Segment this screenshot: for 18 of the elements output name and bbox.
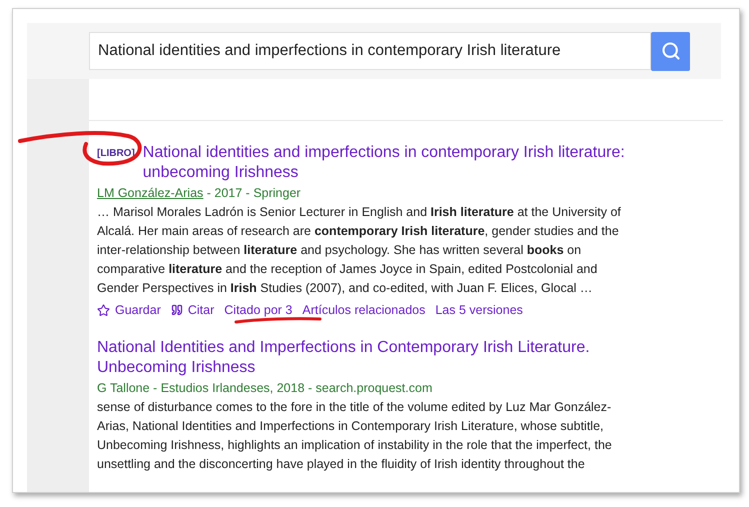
result-link[interactable]: Artículos relacionados — [302, 301, 426, 320]
search-button[interactable] — [651, 32, 690, 70]
cite-link[interactable]: Citar — [170, 301, 214, 320]
search-field[interactable]: National identities and imperfections in contemporary Irish literature — [89, 32, 651, 70]
result-link[interactable]: Citado por 3 — [224, 301, 292, 320]
result-title[interactable]: National Identities and Imperfections in Contemporary Irish Literature. Unbecoming Irishness — [97, 338, 657, 378]
quote-icon — [170, 304, 183, 316]
result-title[interactable]: National identities and imperfections in contemporary Irish literature: unbecoming Irishness — [142, 143, 657, 183]
result-snippet: … Marisol Morales Ladrón is Senior Lecturer in English and Irish literature at the University of Alcalá. Her main areas of research are contemporary Irish literature, gender studies and the inter-relationship between literature and psychology. She has written several books on comparative literature and the reception of James Joyce in Spain, edited Postcolonial and Gender Perspectives in Irish Studies (2007), and co-edited, with Juan F. Elices, Glocal … — [97, 204, 622, 297]
result-snippet: sense of disturbance comes to the fore in the title of the volume edited by Luz Mar González-Arias, National Identities and Imperfections in Contemporary Irish Literature, whose subtitle, Unbecoming Irishness, highlights an implication of instability in the role that the imperfect, the unsettling and the disconcerting have played in the fluidity of Irish identity throughout the — [97, 398, 613, 473]
source-info: - 2017 - Springer — [206, 185, 301, 202]
save-link[interactable]: Guardar — [97, 301, 161, 320]
source-info: G Tallone - Estudios Irlandeses, 2018 - search.proquest.com — [97, 380, 432, 397]
author-link[interactable]: LM González-Arias — [97, 184, 204, 203]
search-icon — [660, 41, 680, 61]
star-icon — [97, 304, 110, 317]
result-link[interactable]: Las 5 versiones — [435, 301, 523, 320]
type-tag: [LIBRO] — [97, 148, 135, 160]
